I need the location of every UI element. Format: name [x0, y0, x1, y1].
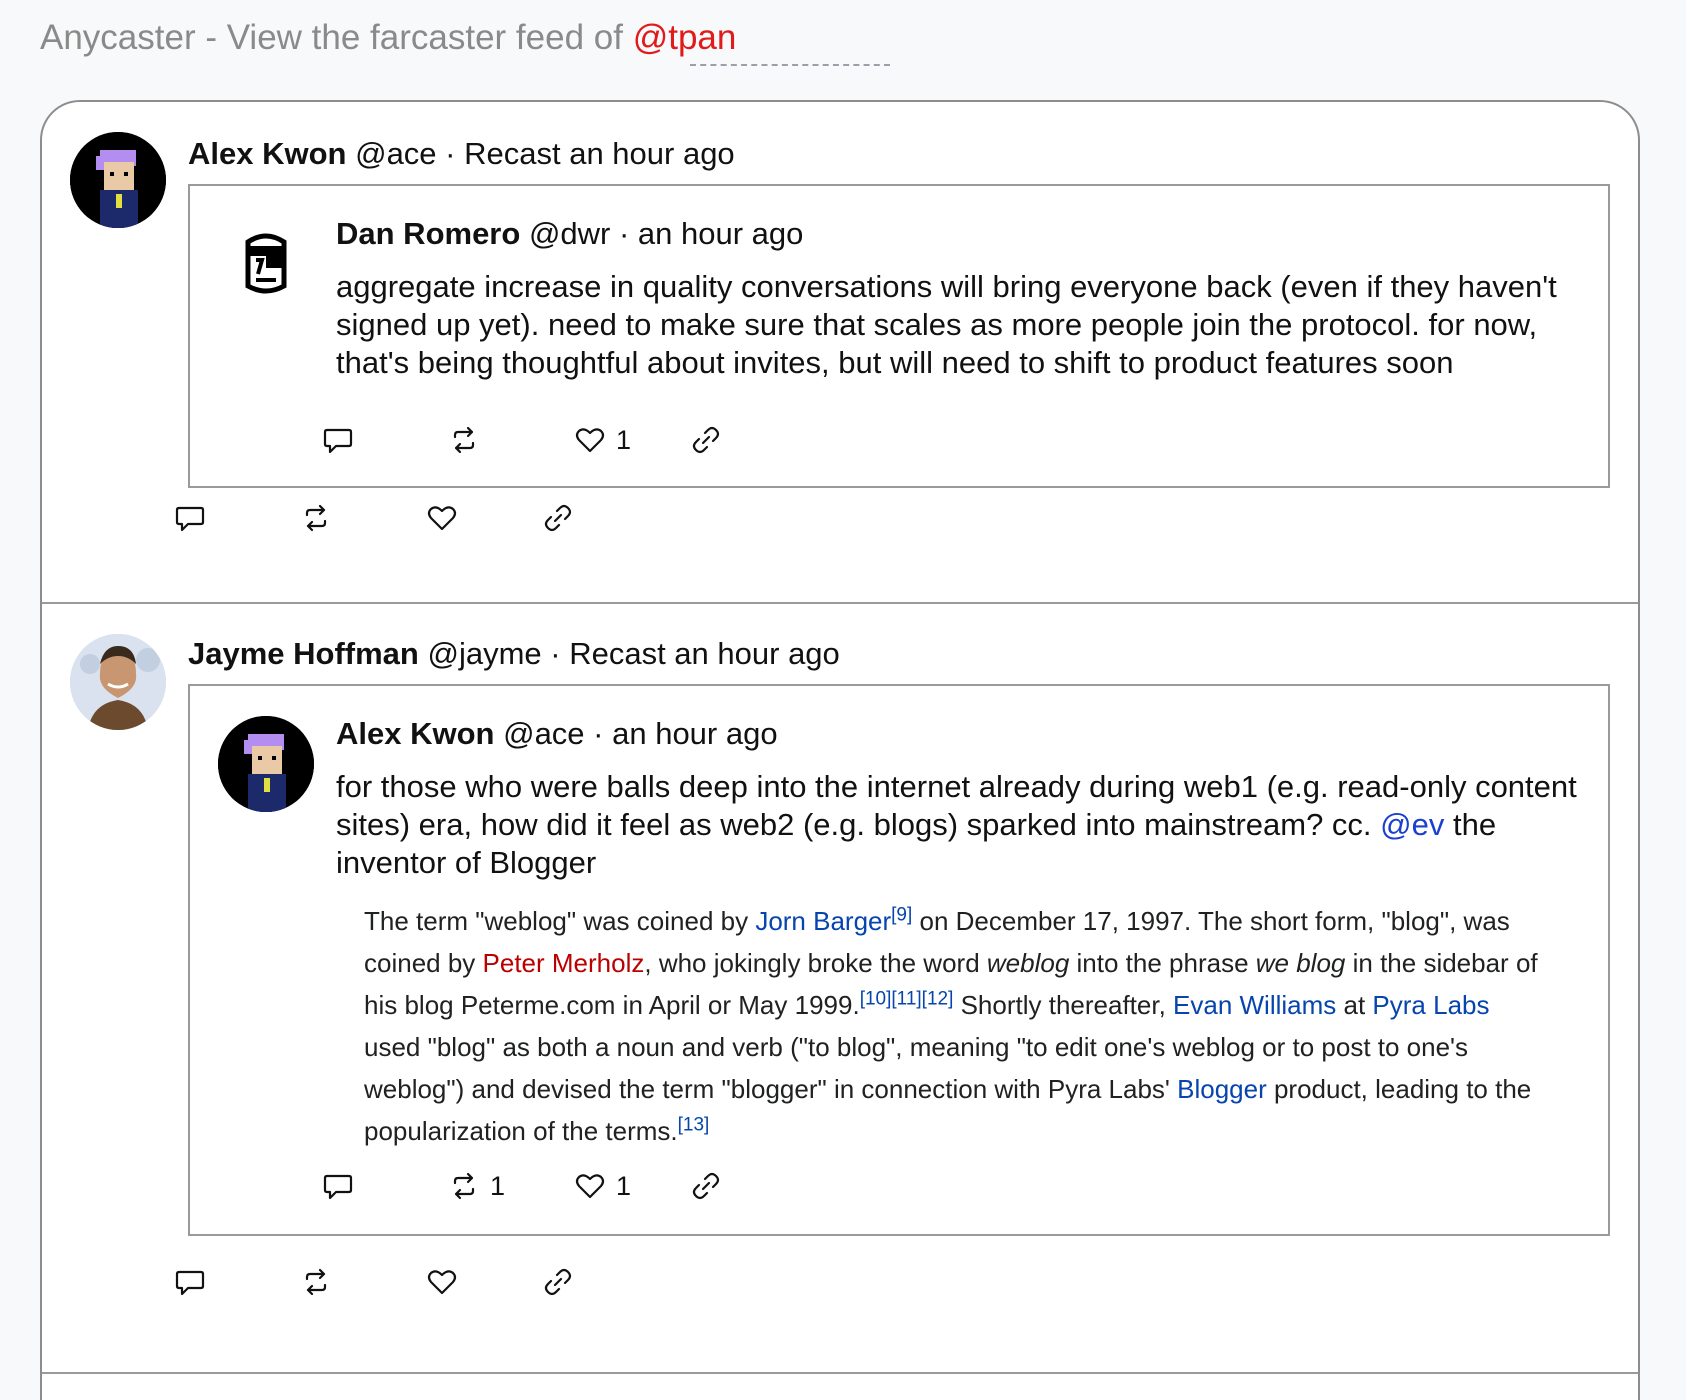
like-button[interactable]: 1 [574, 424, 631, 456]
comment-icon [323, 1174, 353, 1200]
pixel-avatar-icon [218, 716, 314, 812]
author-handle[interactable]: @jayme [427, 636, 541, 671]
cast-feed: Alex Kwon @ace · Recast an hour ago Dan … [40, 100, 1640, 1400]
wiki-link-blogger[interactable]: Blogger [1177, 1074, 1267, 1104]
feed-handle[interactable]: @tpan [633, 18, 737, 57]
comment-icon [175, 506, 205, 532]
copy-link-button[interactable] [542, 1266, 574, 1298]
link-icon [544, 1268, 572, 1296]
wiki-link-evan-williams[interactable]: Evan Williams [1173, 990, 1336, 1020]
avatar-alex-kwon[interactable] [70, 132, 166, 228]
cast-item: Alex Kwon @ace · Recast an hour ago Dan … [42, 102, 1638, 604]
copy-link-button[interactable] [690, 424, 722, 456]
quoted-cast-actions: 1 [322, 424, 922, 460]
cast-actions [174, 502, 774, 538]
like-button[interactable]: 1 [574, 1170, 631, 1202]
cast-meta: Alex Kwon @ace · Recast an hour ago [188, 136, 735, 172]
author-handle[interactable]: @ace [355, 136, 436, 171]
avatar-alex-kwon[interactable] [218, 716, 314, 812]
quoted-timestamp: · an hour ago [593, 716, 778, 751]
quoted-cast-meta: Alex Kwon @ace · an hour ago [336, 716, 778, 752]
quoted-cast[interactable]: Dan Romero @dwr · an hour ago aggregate … [188, 184, 1610, 488]
reply-button[interactable] [322, 424, 364, 456]
like-count: 1 [616, 424, 632, 455]
link-icon [692, 426, 720, 454]
copy-link-button[interactable] [690, 1170, 722, 1202]
recast-button[interactable] [448, 424, 490, 456]
like-count: 1 [616, 1170, 632, 1201]
link-icon [692, 1172, 720, 1200]
wiki-text: Shortly thereafter, [953, 990, 1174, 1020]
quoted-author-handle[interactable]: @dwr [529, 216, 610, 251]
quoted-author-name[interactable]: Dan Romero [336, 216, 520, 251]
like-button[interactable] [426, 1266, 468, 1298]
recast-button[interactable]: 1 [448, 1170, 505, 1202]
like-button[interactable] [426, 502, 468, 534]
quoted-cast-text: aggregate increase in quality conversati… [336, 269, 1557, 380]
title-prefix: Anycaster - View the farcaster feed of [40, 18, 633, 57]
reply-button[interactable] [174, 502, 216, 534]
heart-icon [575, 428, 605, 453]
pixel-avatar-icon [70, 132, 166, 228]
author-name[interactable]: Jayme Hoffman [188, 636, 419, 671]
photo-avatar-icon [70, 634, 166, 730]
embedded-wiki-excerpt: The term "weblog" was coined by Jorn Bar… [364, 900, 1544, 1152]
wiki-link-jorn-barger[interactable]: Jorn Barger [755, 906, 891, 936]
wiki-text: The term "weblog" was coined by [364, 906, 756, 936]
wiki-text: into the phrase [1069, 948, 1256, 978]
recast-icon [305, 1268, 327, 1296]
recast-count: 1 [490, 1170, 506, 1201]
quoted-cast-text: for those who were balls deep into the i… [336, 768, 1586, 882]
wiki-ref[interactable]: [9] [891, 904, 912, 925]
author-name[interactable]: Alex Kwon [188, 136, 346, 171]
cast-meta: Jayme Hoffman @jayme · Recast an hour ag… [188, 636, 840, 672]
heart-icon [427, 1270, 457, 1295]
reply-button[interactable] [322, 1170, 364, 1202]
copy-link-button[interactable] [542, 502, 574, 534]
recast-icon [453, 1172, 475, 1200]
wiki-link-pyra-labs[interactable]: Pyra Labs [1372, 990, 1489, 1020]
handle-underline [690, 64, 890, 66]
wiki-text: at [1336, 990, 1373, 1020]
avatar-dan-romero[interactable] [218, 216, 314, 312]
wiki-text: , who jokingly broke the word [644, 948, 987, 978]
pirate-avatar-icon [218, 216, 314, 312]
cast-timestamp: · Recast an hour ago [550, 636, 840, 671]
recast-icon [453, 426, 475, 454]
wiki-ref[interactable]: [13] [678, 1114, 710, 1135]
recast-button[interactable] [300, 502, 342, 534]
link-icon [544, 504, 572, 532]
cast-item: Jayme Hoffman @jayme · Recast an hour ag… [42, 602, 1638, 1374]
wiki-italic: we blog [1255, 948, 1346, 978]
avatar-jayme-hoffman[interactable] [70, 634, 166, 730]
recast-icon [305, 504, 327, 532]
reply-button[interactable] [174, 1266, 216, 1298]
quoted-timestamp: · an hour ago [618, 216, 804, 251]
cast-actions [174, 1266, 774, 1302]
cast-timestamp: · Recast an hour ago [445, 136, 735, 171]
quoted-cast-actions: 1 1 [322, 1170, 922, 1206]
heart-icon [427, 506, 457, 531]
wiki-link-peter-merholz[interactable]: Peter Merholz [483, 948, 645, 978]
heart-icon [575, 1174, 605, 1199]
quoted-cast[interactable]: Alex Kwon @ace · an hour ago for those w… [188, 684, 1610, 1236]
quoted-author-name[interactable]: Alex Kwon [336, 716, 494, 751]
quoted-cast-meta: Dan Romero @dwr · an hour ago [336, 216, 803, 252]
page-title: Anycaster - View the farcaster feed of @… [40, 18, 736, 58]
recast-button[interactable] [300, 1266, 342, 1298]
comment-icon [323, 428, 353, 454]
wiki-ref[interactable]: [10][11][12] [860, 988, 954, 1009]
mention-link[interactable]: @ev [1380, 807, 1444, 842]
comment-icon [175, 1270, 205, 1296]
quoted-author-handle[interactable]: @ace [503, 716, 584, 751]
wiki-italic: weblog [986, 948, 1070, 978]
